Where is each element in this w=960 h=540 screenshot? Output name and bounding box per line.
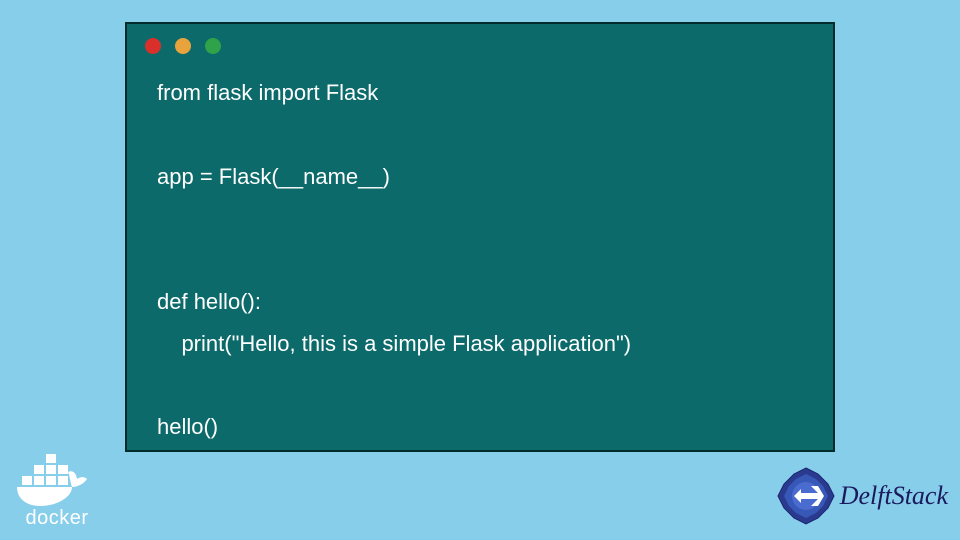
delftstack-label: DelftStack bbox=[840, 481, 948, 511]
docker-whale-icon bbox=[12, 454, 102, 509]
docker-label: docker bbox=[12, 507, 102, 530]
docker-logo: docker bbox=[12, 454, 102, 530]
close-icon bbox=[145, 38, 161, 54]
delftstack-logo: DelftStack bbox=[776, 466, 948, 526]
code-content: from flask import Flask app = Flask(__na… bbox=[127, 62, 833, 468]
code-window: from flask import Flask app = Flask(__na… bbox=[125, 22, 835, 452]
window-controls bbox=[127, 24, 833, 62]
minimize-icon bbox=[175, 38, 191, 54]
delftstack-badge-icon bbox=[776, 466, 836, 526]
maximize-icon bbox=[205, 38, 221, 54]
